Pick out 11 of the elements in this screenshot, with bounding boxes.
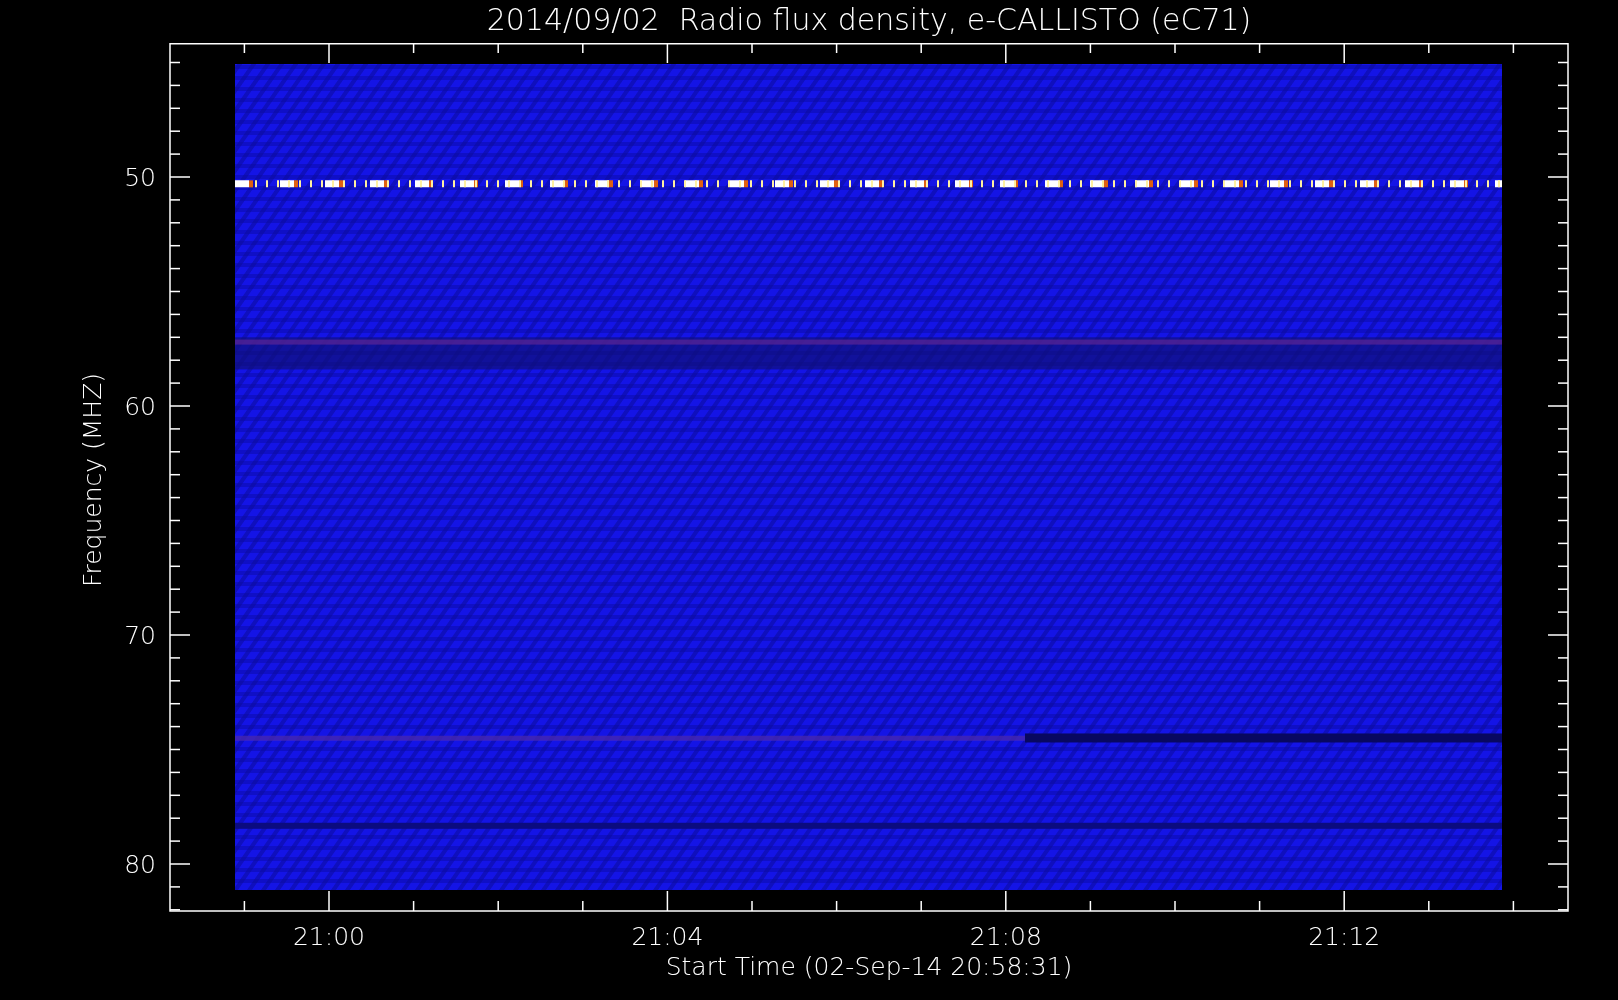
x-tick-label: 21:08 <box>969 922 1042 951</box>
x-tick-label: 21:00 <box>293 922 365 951</box>
y-tick-label: 80 <box>124 850 156 879</box>
y-tick-label: 50 <box>124 163 156 192</box>
y-tick-label: 60 <box>124 392 156 421</box>
y-tick-label: 70 <box>124 621 156 650</box>
x-axis-label: Start Time (02-Sep-14 20:58:31) <box>665 952 1073 981</box>
plot-title: 2014/09/02 Radio flux density, e-CALLISTO (eC71) <box>486 1 1252 39</box>
y-axis-label: Frequency (MHZ) <box>78 372 107 588</box>
x-tick-label: 21:12 <box>1308 922 1381 951</box>
x-tick-label: 21:04 <box>631 922 704 951</box>
